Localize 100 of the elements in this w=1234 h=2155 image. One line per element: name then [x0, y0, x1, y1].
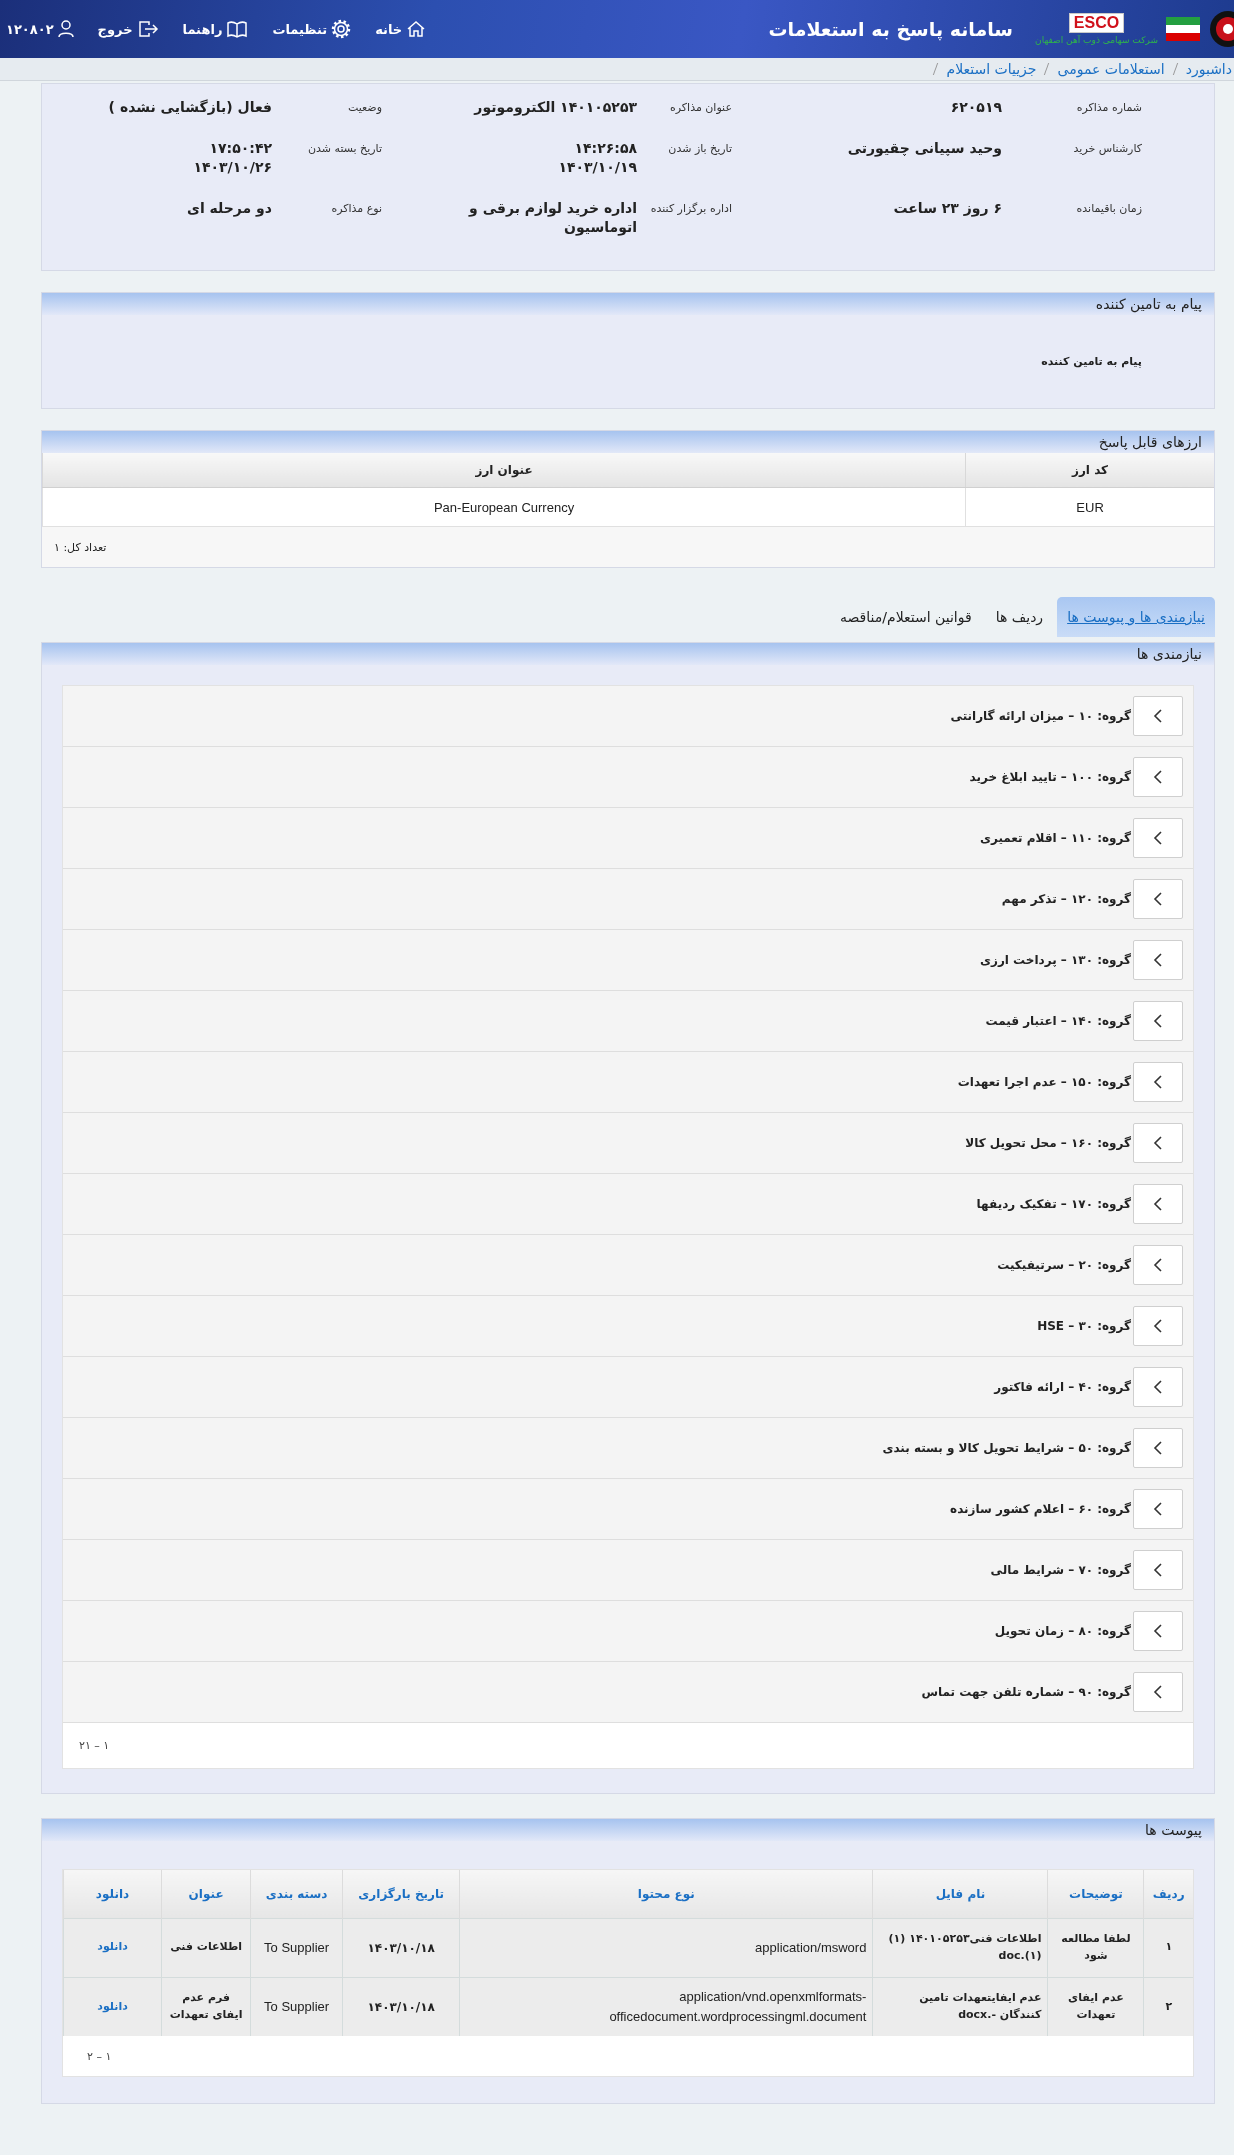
nav-link[interactable]: خروج	[97, 20, 159, 38]
field-label: شماره مذاکره	[1075, 100, 1142, 116]
group-title: گروه: ۳۰ – HSE	[1037, 1319, 1131, 1333]
nav-link[interactable]: خانه	[375, 20, 427, 38]
company-name: شرکت سهامی ذوب آهن اصفهان	[1035, 35, 1158, 45]
group-title: گروه: ۹۰ – شماره تلفن جهت تماس	[921, 1685, 1131, 1699]
book-icon	[226, 20, 249, 38]
logout-icon	[136, 20, 159, 38]
group-row[interactable]: گروه: ۲۰ – سرتیفیکیت	[63, 1235, 1193, 1296]
expand-button[interactable]	[1133, 696, 1183, 736]
download-link[interactable]: دانلود	[97, 1940, 128, 1954]
expand-button[interactable]	[1133, 1672, 1183, 1712]
table-cell: ۱۴۰۳/۱۰/۱۸	[342, 1918, 460, 1977]
field-label: تاریخ بسته شدن	[306, 140, 382, 157]
expand-button[interactable]	[1133, 1001, 1183, 1041]
expand-button[interactable]	[1133, 1489, 1183, 1529]
logo-text: ESCO	[1068, 13, 1125, 33]
flag-icon	[1166, 17, 1200, 41]
user-id: ۱۲۰۸۰۲	[6, 21, 54, 37]
group-title: گروه: ۱۰ – میزان ارائه گارانتی	[950, 709, 1131, 723]
breadcrumb-link[interactable]: استعلامات عمومی	[1057, 61, 1165, 77]
field-value: اداره خرید لوازم برقی و اتوماسیون	[467, 198, 637, 237]
home-icon	[406, 20, 427, 38]
field-value: دو مرحله ای	[186, 198, 272, 219]
field-value: ۶ روز ۲۳ ساعت	[892, 198, 1002, 219]
field-value: ۱۴۰۱۰۵۲۵۳ الکتروموتور	[472, 98, 637, 117]
breadcrumb-link[interactable]: داشبورد	[1185, 61, 1232, 77]
table-cell: ۲	[1144, 1977, 1193, 2036]
group-title: گروه: ۲۰ – سرتیفیکیت	[997, 1258, 1131, 1272]
section-title: نیازمندی ها	[42, 643, 1214, 665]
user-icon	[57, 20, 74, 38]
table-cell: عدم ایفای تعهدات	[1047, 1977, 1144, 2036]
table-cell: لطفا مطالعه شود	[1047, 1918, 1144, 1977]
section-title: پیوست ها	[42, 1819, 1214, 1841]
column-header: تاریخ بارگزاری	[342, 1870, 460, 1918]
table-cell: application/vnd.openxmlformats-officedocument.wordprocessingml.document	[459, 1977, 873, 2036]
expand-button[interactable]	[1133, 818, 1183, 858]
group-row[interactable]: گروه: ۵۰ – شرایط تحویل کالا و بسته بندی	[63, 1418, 1193, 1479]
group-row[interactable]: گروه: ۸۰ – زمان تحویل	[63, 1601, 1193, 1662]
column-header: عنوان	[161, 1870, 251, 1918]
group-row[interactable]: گروه: ۱۰۰ – تایید ابلاغ خرید	[63, 747, 1193, 808]
expand-button[interactable]	[1133, 1367, 1183, 1407]
field-label: اداره برگزار کننده	[649, 200, 732, 217]
expand-button[interactable]	[1133, 940, 1183, 980]
table-cell: اطلاعات فنی	[161, 1918, 251, 1977]
field-label: زمان باقیمانده	[1075, 200, 1142, 217]
download-link[interactable]: دانلود	[97, 1999, 128, 2013]
table-cell: application/msword	[459, 1918, 873, 1977]
expand-button[interactable]	[1133, 879, 1183, 919]
group-title: گروه: ۴۰ – ارائه فاکتور	[994, 1380, 1131, 1394]
field-label: عنوان مذاکره	[669, 100, 732, 116]
group-row[interactable]: گروه: ۱۲۰ – تذکر مهم	[63, 869, 1193, 930]
expand-button[interactable]	[1133, 1428, 1183, 1468]
tab[interactable]: ردیف ها	[985, 597, 1054, 637]
group-title: گروه: ۷۰ – شرایط مالی	[990, 1563, 1131, 1577]
group-title: گروه: ۶۰ – اعلام کشور سازنده	[950, 1502, 1131, 1516]
group-title: گروه: ۵۰ – شرایط تحویل کالا و بسته بندی	[882, 1441, 1131, 1455]
column-header: نام فایل	[872, 1870, 1048, 1918]
section-title: ارزهای قابل پاسخ	[42, 431, 1214, 453]
expand-button[interactable]	[1133, 1062, 1183, 1102]
group-row[interactable]: گروه: ۱۳۰ – پرداخت ارزی	[63, 930, 1193, 991]
field-label: پیام به تامین کننده	[1041, 355, 1142, 368]
expand-button[interactable]	[1133, 1184, 1183, 1224]
group-row[interactable]: گروه: ۶۰ – اعلام کشور سازنده	[63, 1479, 1193, 1540]
expand-button[interactable]	[1133, 1611, 1183, 1651]
table-cell: To Supplier	[250, 1977, 343, 2036]
column-header: دانلود	[63, 1870, 162, 1918]
nav-link[interactable]: راهنما	[182, 20, 249, 38]
group-row[interactable]: گروه: ۱۷۰ – تفکیک ردیفها	[63, 1174, 1193, 1235]
column-header: نوع محتوا	[459, 1870, 873, 1918]
field-value: ۶۲۰۵۱۹	[949, 98, 1002, 117]
group-row[interactable]: گروه: ۷۰ – شرایط مالی	[63, 1540, 1193, 1601]
group-row[interactable]: گروه: ۱۰ – میزان ارائه گارانتی	[63, 686, 1193, 747]
group-row[interactable]: گروه: ۱۵۰ – عدم اجرا تعهدات	[63, 1052, 1193, 1113]
group-row[interactable]: گروه: ۱۴۰ – اعتبار قیمت	[63, 991, 1193, 1052]
group-title: گروه: ۱۶۰ – محل تحویل کالا	[965, 1136, 1131, 1150]
group-row[interactable]: گروه: ۳۰ – HSE	[63, 1296, 1193, 1357]
expand-button[interactable]	[1133, 1123, 1183, 1163]
expand-button[interactable]	[1133, 757, 1183, 797]
expand-button[interactable]	[1133, 1306, 1183, 1346]
app-title: سامانه پاسخ به استعلامات	[768, 18, 1014, 40]
column-header: کد ارز	[965, 453, 1214, 488]
field-value: ۱۴:۲۶:۵۸ ۱۴۰۳/۱۰/۱۹	[557, 138, 637, 177]
group-title: گروه: ۱۰۰ – تایید ابلاغ خرید	[969, 770, 1131, 784]
group-row[interactable]: گروه: ۴۰ – ارائه فاکتور	[63, 1357, 1193, 1418]
pagination-range: ۱ – ۲	[87, 2049, 112, 2063]
group-title: گروه: ۱۷۰ – تفکیک ردیفها	[976, 1197, 1131, 1211]
group-title: گروه: ۱۲۰ – تذکر مهم	[1001, 892, 1131, 906]
pagination-range: ۱ – ۲۱	[79, 1739, 110, 1752]
group-row[interactable]: گروه: ۱۶۰ – محل تحویل کالا	[63, 1113, 1193, 1174]
group-row[interactable]: گروه: ۱۱۰ – اقلام تعمیری	[63, 808, 1193, 869]
expand-button[interactable]	[1133, 1245, 1183, 1285]
nav-link[interactable]: تنظیمات	[272, 19, 352, 39]
group-row[interactable]: گروه: ۹۰ – شماره تلفن جهت تماس	[63, 1662, 1193, 1723]
expand-button[interactable]	[1133, 1550, 1183, 1590]
breadcrumb-link[interactable]: جزییات استعلام	[946, 61, 1037, 77]
group-title: گروه: ۱۵۰ – عدم اجرا تعهدات	[957, 1075, 1131, 1089]
group-title: گروه: ۱۳۰ – پرداخت ارزی	[980, 953, 1131, 967]
column-header: توضیحات	[1047, 1870, 1144, 1918]
tab[interactable]: قوانین استعلام/مناقصه	[829, 597, 982, 637]
